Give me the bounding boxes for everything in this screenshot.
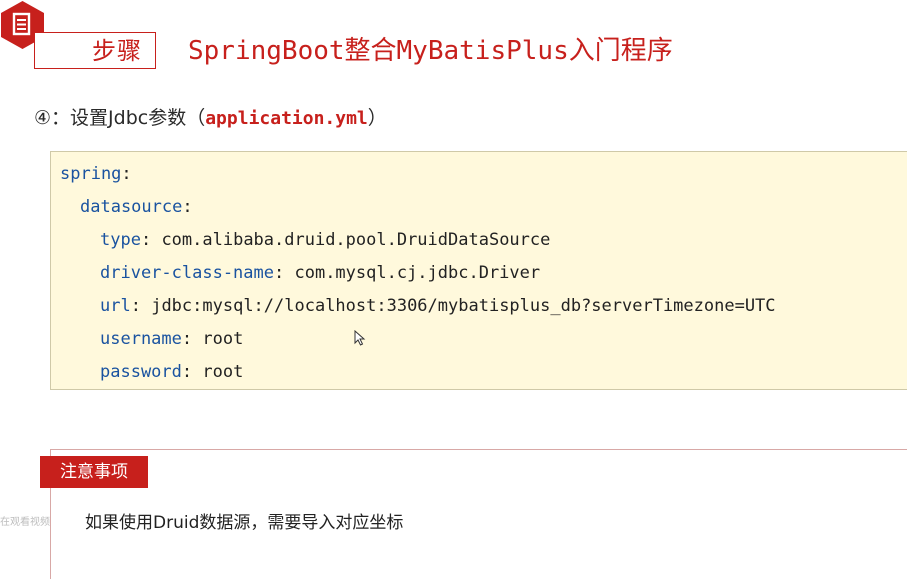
yaml-key: datasource <box>80 197 183 217</box>
code-line: url: jdbc:mysql://localhost:3306/mybatis… <box>100 295 776 317</box>
config-filename: application.yml <box>205 108 368 129</box>
yaml-sep: : <box>140 230 162 250</box>
yaml-value: com.alibaba.druid.pool.DruidDataSource <box>161 230 551 250</box>
yaml-sep: : <box>121 164 132 184</box>
yaml-sep: : <box>181 362 203 382</box>
yaml-key: password <box>100 362 182 382</box>
yaml-sep: : <box>130 296 152 316</box>
page-title: SpringBoot整合MyBatisPlus入门程序 <box>188 36 673 66</box>
step-close: ） <box>367 107 387 129</box>
mouse-cursor-icon <box>354 330 366 346</box>
step-number: ④ <box>34 107 52 129</box>
yaml-value: root <box>202 362 244 382</box>
code-line: password: root <box>100 361 243 383</box>
yaml-value: com.mysql.cj.jdbc.Driver <box>294 263 541 283</box>
code-line: type: com.alibaba.druid.pool.DruidDataSo… <box>100 229 550 251</box>
yaml-sep: : <box>274 263 295 283</box>
yaml-key: url <box>100 296 131 316</box>
yaml-key: driver-class-name <box>100 263 274 283</box>
code-line: driver-class-name: com.mysql.cj.jdbc.Dri… <box>100 262 540 284</box>
yaml-value: jdbc:mysql://localhost:3306/mybatisplus_… <box>151 296 776 316</box>
step-label: 步骤 <box>92 37 142 65</box>
yaml-key: type <box>100 230 141 250</box>
yaml-value: root <box>202 329 244 349</box>
note-text: 如果使用Druid数据源，需要导入对应坐标 <box>85 513 404 533</box>
code-line: datasource: <box>80 196 193 218</box>
yaml-key: username <box>100 329 182 349</box>
note-tag: 注意事项 <box>40 456 148 488</box>
yaml-sep: : <box>181 329 203 349</box>
step-instruction: ④：设置Jdbc参数（application.yml） <box>34 104 387 133</box>
yaml-key: spring <box>60 164 122 184</box>
code-line: username: root <box>100 328 243 350</box>
watermark: 在观看视频 <box>0 517 50 528</box>
code-line: spring: <box>60 163 132 185</box>
yaml-sep: : <box>182 197 193 217</box>
step-text: ：设置Jdbc参数（ <box>51 107 206 129</box>
